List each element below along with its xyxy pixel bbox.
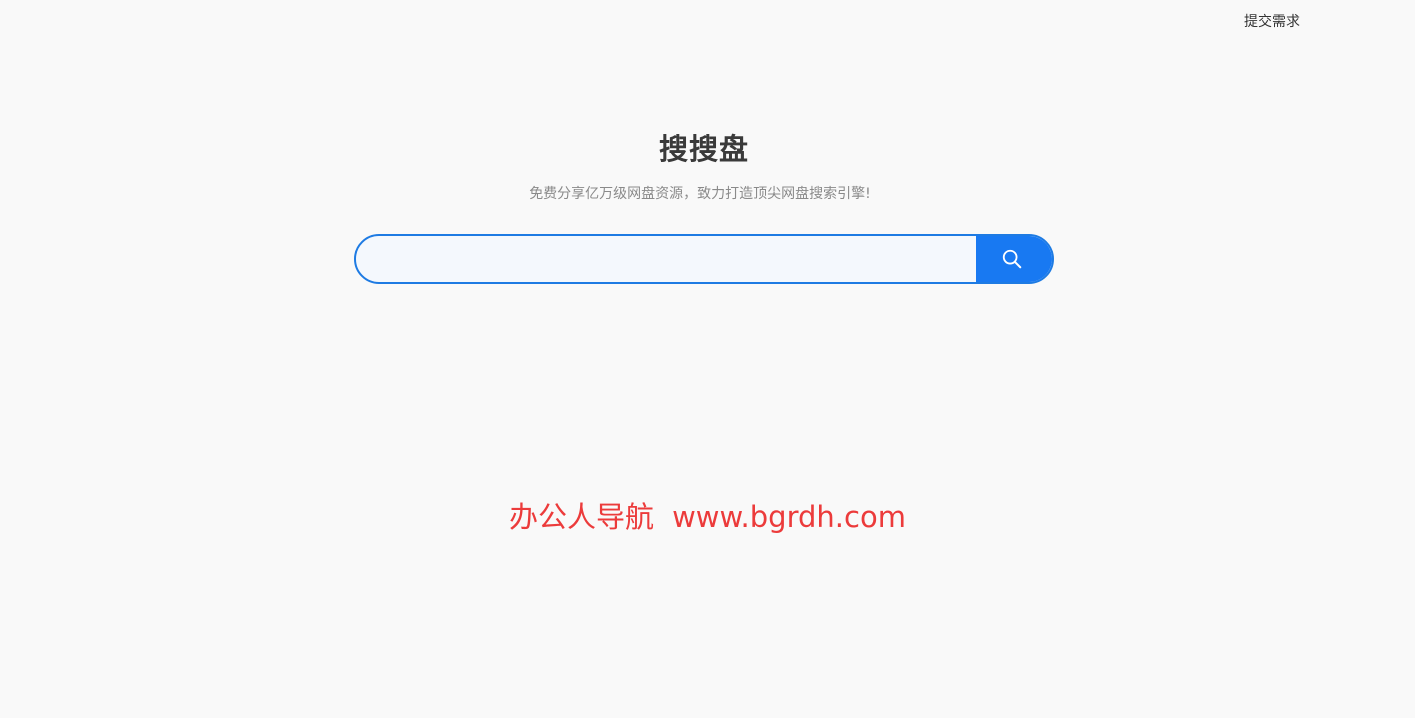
- search-bar: [354, 234, 1054, 284]
- site-subtitle: 免费分享亿万级网盘资源，致力打造顶尖网盘搜索引擎!: [529, 186, 871, 202]
- watermark-url: www.bgrdh.com: [672, 500, 906, 534]
- site-title: 搜搜盘: [658, 132, 749, 166]
- page: 提交需求 搜搜盘 免费分享亿万级网盘资源，致力打造顶尖网盘搜索引擎! 办公人导航…: [0, 0, 1415, 718]
- search-icon: [1002, 249, 1022, 269]
- search-input[interactable]: [356, 236, 976, 282]
- submit-request-link[interactable]: 提交需求: [1244, 11, 1300, 31]
- watermark-overlay: 办公人导航 www.bgrdh.com: [0, 494, 1415, 536]
- search-button[interactable]: [976, 236, 1052, 282]
- watermark-name: 办公人导航: [509, 500, 655, 534]
